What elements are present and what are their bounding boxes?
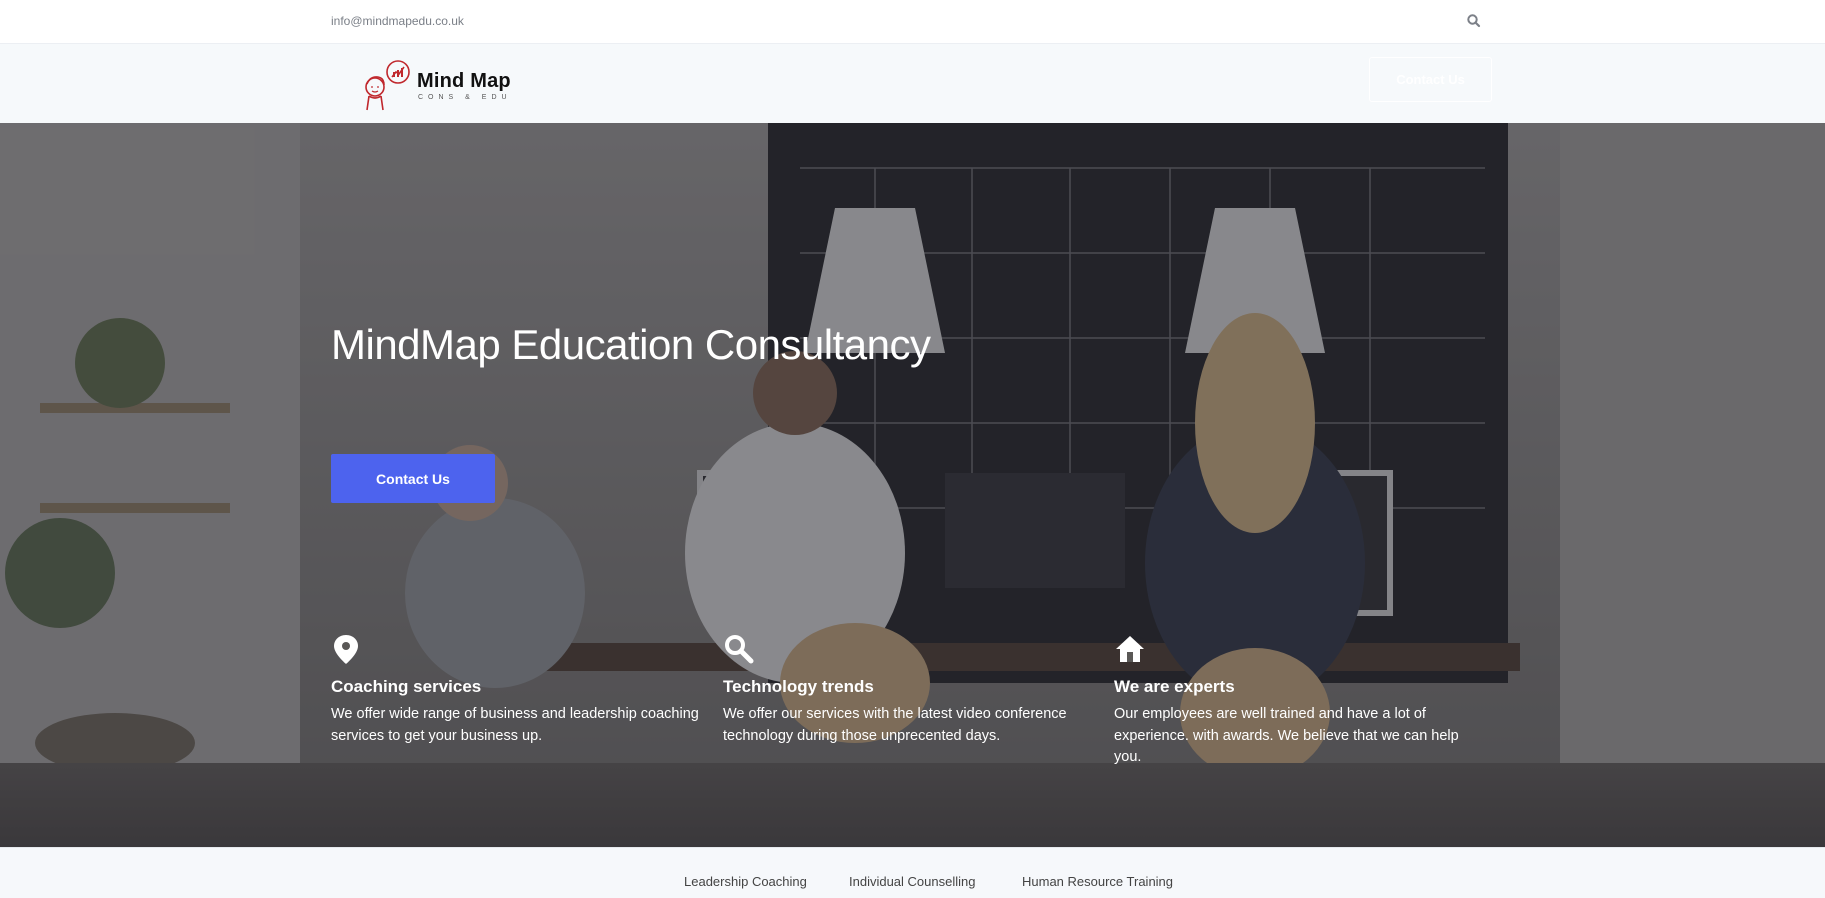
site-header: Mind Map CONS & EDU Contact Us: [0, 44, 1825, 123]
feature-title: Technology trends: [723, 677, 874, 696]
feature-text: We offer our services with the latest vi…: [723, 706, 1067, 744]
logo-mark-icon: [365, 60, 410, 111]
feature-experts: We are experts Our employees are well tr…: [1114, 633, 1484, 769]
hero-title: MindMap Education Consultancy: [331, 321, 931, 368]
feature-text: We offer wide range of business and lead…: [331, 706, 699, 744]
search-icon[interactable]: [1465, 12, 1483, 30]
top-bar: info@mindmapedu.co.uk: [0, 0, 1825, 44]
feature-title: We are experts: [1114, 677, 1235, 696]
feature-title: Coaching services: [331, 677, 482, 696]
link-leadership-coaching[interactable]: Leadership Coaching: [684, 874, 807, 889]
feature-technology: Technology trends We offer our services …: [723, 633, 1093, 747]
search-icon: [723, 633, 754, 665]
hero-section: MindMap Education Consultancy Contact Us…: [0, 123, 1825, 847]
logo-tagline: CONS & EDU: [418, 94, 512, 101]
feature-coaching: Coaching services We offer wide range of…: [331, 633, 701, 747]
link-individual-counselling[interactable]: Individual Counselling: [849, 874, 975, 889]
home-icon: [1114, 633, 1144, 665]
logo[interactable]: Mind Map CONS & EDU: [358, 58, 528, 112]
link-human-resource-training[interactable]: Human Resource Training: [1022, 874, 1173, 889]
logo-name: Mind Map: [417, 70, 511, 92]
feature-text: Our employees are well trained and have …: [1114, 706, 1459, 765]
map-pin-icon: [331, 633, 361, 665]
header-contact-button[interactable]: Contact Us: [1369, 57, 1492, 102]
hero-contact-button[interactable]: Contact Us: [331, 454, 495, 503]
contact-email[interactable]: info@mindmapedu.co.uk: [331, 14, 464, 28]
service-links-bar: Leadership Coaching Individual Counselli…: [0, 847, 1825, 898]
